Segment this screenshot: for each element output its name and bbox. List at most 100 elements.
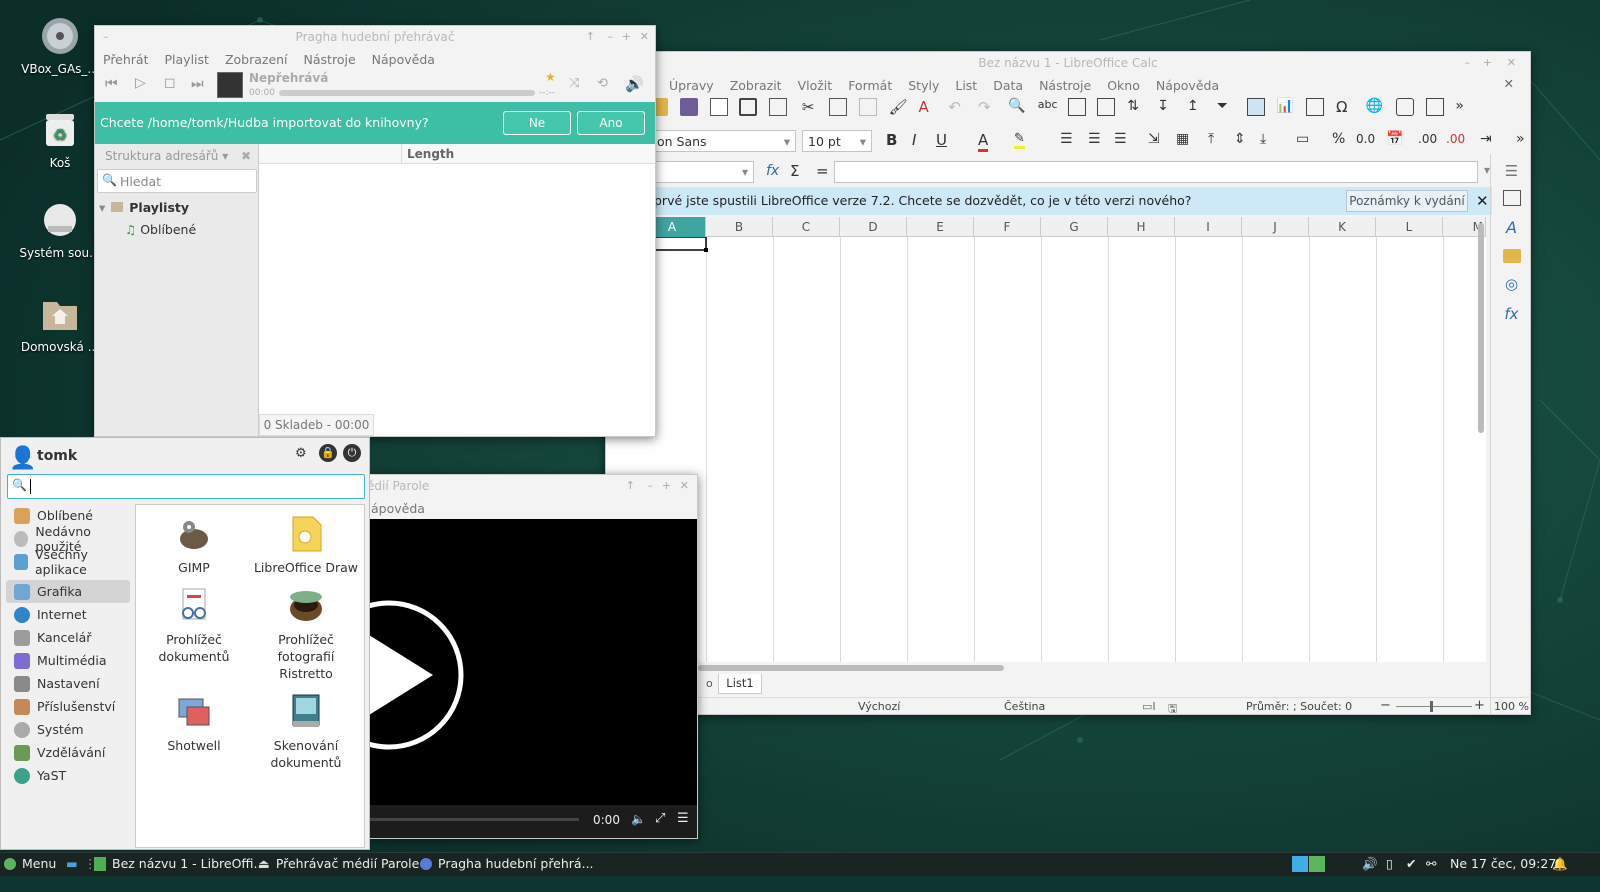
maximize-button[interactable]: +: [622, 26, 631, 48]
insert-image-icon[interactable]: [1246, 98, 1265, 116]
zoom-slider-handle[interactable]: [1430, 701, 1433, 712]
play-icon[interactable]: ▷: [135, 75, 146, 91]
import-no-button[interactable]: Ne: [503, 111, 571, 135]
desktop-icon-home[interactable]: Domovská ...: [15, 294, 105, 354]
font-name-box[interactable]: on Sans ▾: [650, 130, 796, 152]
close-pane-icon[interactable]: ✖: [241, 149, 251, 163]
align-bottom-icon[interactable]: ⤓: [1260, 131, 1266, 147]
font-size-box[interactable]: 10 pt ▾: [802, 130, 872, 152]
wrap-text-icon[interactable]: ⇲: [1148, 131, 1160, 147]
library-view-selector[interactable]: Struktura adresářů ▾: [105, 149, 228, 163]
add-decimal-icon[interactable]: .00: [1418, 132, 1437, 146]
zoom-level[interactable]: 100 %: [1494, 700, 1529, 713]
desktop-icon-trash[interactable]: ♻ Koš: [15, 110, 105, 170]
repeat-icon[interactable]: ⟲: [597, 76, 608, 91]
shuffle-icon[interactable]: ⤨: [569, 76, 579, 91]
selection-mode-icon[interactable]: ▭I: [1142, 700, 1156, 713]
settings-manager-icon[interactable]: ⚙: [295, 446, 313, 464]
column-header-i[interactable]: I: [1175, 217, 1242, 237]
category-office[interactable]: Kancelář: [6, 626, 130, 649]
clone-formatting-icon[interactable]: 🖌: [889, 98, 908, 116]
minimize-button[interactable]: –: [648, 475, 654, 497]
document-modified-icon[interactable]: 🖫: [1168, 700, 1177, 714]
clear-formatting-icon[interactable]: A: [918, 98, 936, 116]
more-toolbar-icon[interactable]: »: [1516, 131, 1525, 147]
category-internet[interactable]: Internet: [6, 603, 130, 626]
volume-tray-icon[interactable]: 🔊: [1362, 853, 1378, 875]
insert-chart-icon[interactable]: 📊: [1276, 98, 1294, 116]
column-header-b[interactable]: B: [706, 217, 773, 237]
menu-data[interactable]: Data: [985, 78, 1031, 93]
currency-icon[interactable]: ▭: [1296, 131, 1309, 147]
autofilter-icon[interactable]: ⏷: [1217, 98, 1235, 116]
cut-icon[interactable]: ✂: [799, 98, 817, 116]
horizontal-scrollbar[interactable]: [698, 665, 1004, 671]
export-pdf-icon[interactable]: [709, 98, 728, 116]
menu-list[interactable]: List: [947, 78, 985, 93]
align-left-icon[interactable]: ☰: [1060, 131, 1073, 147]
comment-icon[interactable]: [1395, 98, 1414, 116]
row-icon[interactable]: [1067, 98, 1086, 116]
minimize-button[interactable]: –: [1465, 52, 1471, 74]
category-settings[interactable]: Nastavení: [6, 672, 130, 695]
column-header-h[interactable]: H: [1108, 217, 1175, 237]
paste-icon[interactable]: [858, 98, 877, 116]
close-button[interactable]: ✕: [680, 475, 689, 497]
app-document-viewer[interactable]: Prohlížeč dokumentů: [138, 587, 250, 665]
battery-tray-icon[interactable]: ▯: [1386, 853, 1393, 875]
column-header-j[interactable]: J: [1242, 217, 1309, 237]
menu-prehrat[interactable]: Přehrát: [95, 52, 157, 67]
fullscreen-icon[interactable]: ⤢: [655, 811, 665, 826]
column-header-l[interactable]: L: [1376, 217, 1443, 237]
zoom-in-icon[interactable]: +: [1474, 698, 1485, 713]
column-header-g[interactable]: G: [1041, 217, 1108, 237]
close-document-icon[interactable]: ✕: [1496, 76, 1522, 91]
window-menu-icon[interactable]: –: [103, 26, 109, 48]
app-libreoffice-draw[interactable]: LibreOffice Draw: [250, 515, 362, 576]
menu-nastroje[interactable]: Nástroje: [1031, 78, 1099, 93]
sort-descending-icon[interactable]: ↥: [1187, 98, 1205, 116]
playlist-icon[interactable]: ☰: [677, 811, 689, 826]
menu-playlist[interactable]: Playlist: [157, 52, 217, 67]
align-right-icon[interactable]: ☰: [1114, 131, 1127, 147]
logout-icon[interactable]: ⏻: [343, 444, 361, 462]
menu-zobrazeni[interactable]: Zobrazení: [217, 52, 296, 67]
desktop-icon-filesystem[interactable]: Systém sou...: [15, 200, 105, 260]
merge-cells-icon[interactable]: ▦: [1176, 131, 1189, 147]
start-menu-button[interactable]: Menu: [4, 853, 56, 875]
sort-ascending-icon[interactable]: ↧: [1157, 98, 1175, 116]
column-length[interactable]: Length: [407, 147, 454, 161]
menu-napoveda[interactable]: Nápověda: [1148, 78, 1227, 93]
lock-screen-icon[interactable]: 🔒: [319, 444, 337, 462]
navigator-icon[interactable]: ◎: [1491, 275, 1530, 293]
zoom-out-icon[interactable]: −: [1380, 698, 1391, 713]
category-yast[interactable]: YaST: [6, 764, 130, 787]
favorite-star-icon[interactable]: ★: [545, 70, 556, 84]
pivot-table-icon[interactable]: [1306, 98, 1325, 116]
category-education[interactable]: Vzdělávání: [6, 741, 130, 764]
menu-napoveda[interactable]: Nápověda: [364, 52, 443, 67]
app-shotwell[interactable]: Shotwell: [138, 693, 250, 754]
task-parole[interactable]: ⏏ Přehrávač médií Parole: [258, 853, 419, 875]
column-header-f[interactable]: F: [974, 217, 1041, 237]
center-vertically-icon[interactable]: ⇕: [1234, 131, 1246, 147]
column-header-d[interactable]: D: [840, 217, 907, 237]
highlight-icon[interactable]: ✎: [1014, 131, 1025, 149]
column-icon[interactable]: [1097, 98, 1116, 116]
align-top-icon[interactable]: ⤒: [1208, 131, 1214, 147]
sheet-nav-button[interactable]: o: [706, 677, 713, 690]
menu-styly[interactable]: Styly: [900, 78, 947, 93]
close-button[interactable]: ✕: [640, 26, 649, 48]
network-tray-icon[interactable]: ⚯: [1426, 853, 1436, 875]
spreadsheet-grid[interactable]: A B C D E F G H I J K L M: [606, 217, 1486, 662]
gallery-icon[interactable]: [1502, 249, 1521, 263]
formula-icon[interactable]: =: [816, 162, 829, 180]
calc-titlebar[interactable]: Bez názvu 1 - LibreOffice Calc – + ✕: [606, 52, 1530, 74]
spelling-icon[interactable]: abc: [1038, 98, 1058, 116]
bold-icon[interactable]: B: [886, 131, 897, 149]
function-wizard-icon[interactable]: fx: [766, 163, 779, 179]
close-button[interactable]: ✕: [1507, 52, 1516, 74]
category-system[interactable]: Systém: [6, 718, 130, 741]
category-accessories[interactable]: Příslušenství: [6, 695, 130, 718]
formula-input[interactable]: [834, 161, 1478, 183]
